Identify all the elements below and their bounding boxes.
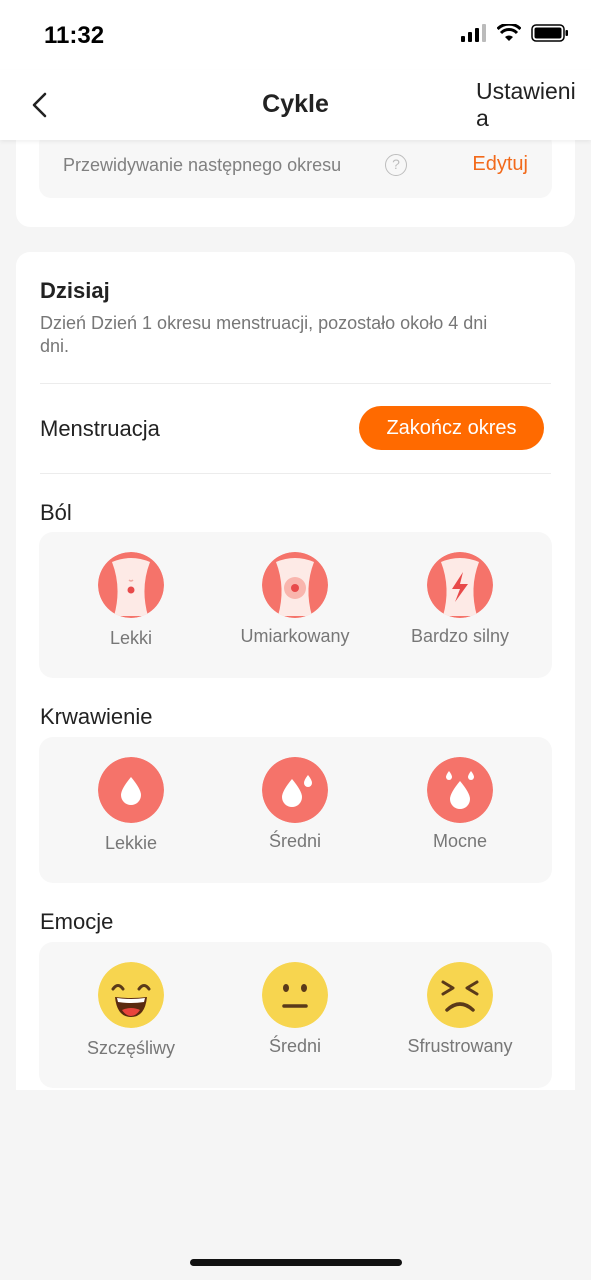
today-title: Dzisiaj: [40, 278, 110, 303]
menstruation-label: Menstruacja: [40, 416, 160, 441]
bleeding-options: Lekkie Średni Mocne: [39, 737, 552, 883]
bleeding-heavy-label: Mocne: [432, 831, 488, 851]
pain-option-light[interactable]: Lekki: [56, 552, 206, 662]
emotion-neutral-label: Średni: [268, 1036, 322, 1056]
pain-options: Lekki Umiarkowany Bardzo silny: [39, 532, 552, 678]
drop-heavy-icon: [427, 757, 493, 823]
header: Cykle Ustawienia: [0, 70, 591, 140]
bleeding-section-title: Krwawienie: [40, 704, 153, 729]
emotions-section-title: Emocje: [40, 909, 114, 934]
prediction-label: Przewidywanie następnego okresu: [63, 155, 342, 175]
wifi-icon: [497, 24, 521, 41]
pain-moderate-icon: [262, 552, 328, 618]
divider: [40, 473, 551, 474]
pain-section-title: Ból: [40, 500, 72, 525]
bleeding-option-heavy[interactable]: Mocne: [385, 757, 535, 867]
back-icon[interactable]: [28, 90, 52, 120]
pain-light-icon: [98, 552, 164, 618]
frustrated-face-icon: [427, 962, 493, 1028]
bleeding-option-light[interactable]: Lekkie: [56, 757, 206, 867]
emotion-option-happy[interactable]: Szczęśliwy: [56, 962, 206, 1072]
home-indicator: [190, 1259, 402, 1266]
drop-light-icon: [98, 757, 164, 823]
drop-medium-icon: [262, 757, 328, 823]
end-period-button[interactable]: Zakończ okres: [359, 406, 544, 450]
emotion-frustrated-label: Sfrustrowany: [407, 1036, 513, 1056]
happy-face-icon: [98, 962, 164, 1028]
emotion-option-frustrated[interactable]: Sfrustrowany: [385, 962, 535, 1072]
bleeding-option-medium[interactable]: Średni: [220, 757, 370, 867]
today-description: Dzień Dzień 1 okresu menstruacji, pozost…: [40, 313, 488, 356]
emotion-option-neutral[interactable]: Średni: [220, 962, 370, 1072]
bleeding-medium-label: Średni: [268, 831, 322, 851]
today-card: Dzisiaj Dzień Dzień 1 okresu menstruacji…: [16, 252, 575, 1090]
emotion-happy-label: Szczęśliwy: [86, 1038, 175, 1058]
prediction-row: Przewidywanie następnego okresu ? Edytuj: [39, 132, 552, 198]
neutral-face-icon: [262, 962, 328, 1028]
signal-icon: [461, 24, 486, 42]
battery-icon: [531, 24, 568, 42]
pain-severe-icon: [427, 552, 493, 618]
status-bar: 11:32: [0, 0, 591, 70]
bleeding-light-label: Lekkie: [104, 833, 158, 853]
settings-button[interactable]: Ustawienia: [476, 78, 586, 132]
help-icon[interactable]: ?: [385, 154, 407, 176]
pain-light-label: Lekki: [109, 628, 153, 648]
status-icons: [461, 24, 569, 42]
edit-link[interactable]: Edytuj: [472, 153, 528, 176]
pain-option-severe[interactable]: Bardzo silny: [385, 552, 535, 662]
divider: [40, 383, 551, 384]
pain-option-moderate[interactable]: Umiarkowany: [220, 552, 370, 662]
pain-severe-label: Bardzo silny: [410, 626, 510, 646]
emotion-options: Szczęśliwy Średni Sfrustrowany: [39, 942, 552, 1088]
pain-moderate-label: Umiarkowany: [240, 626, 350, 646]
status-time: 11:32: [44, 22, 105, 49]
